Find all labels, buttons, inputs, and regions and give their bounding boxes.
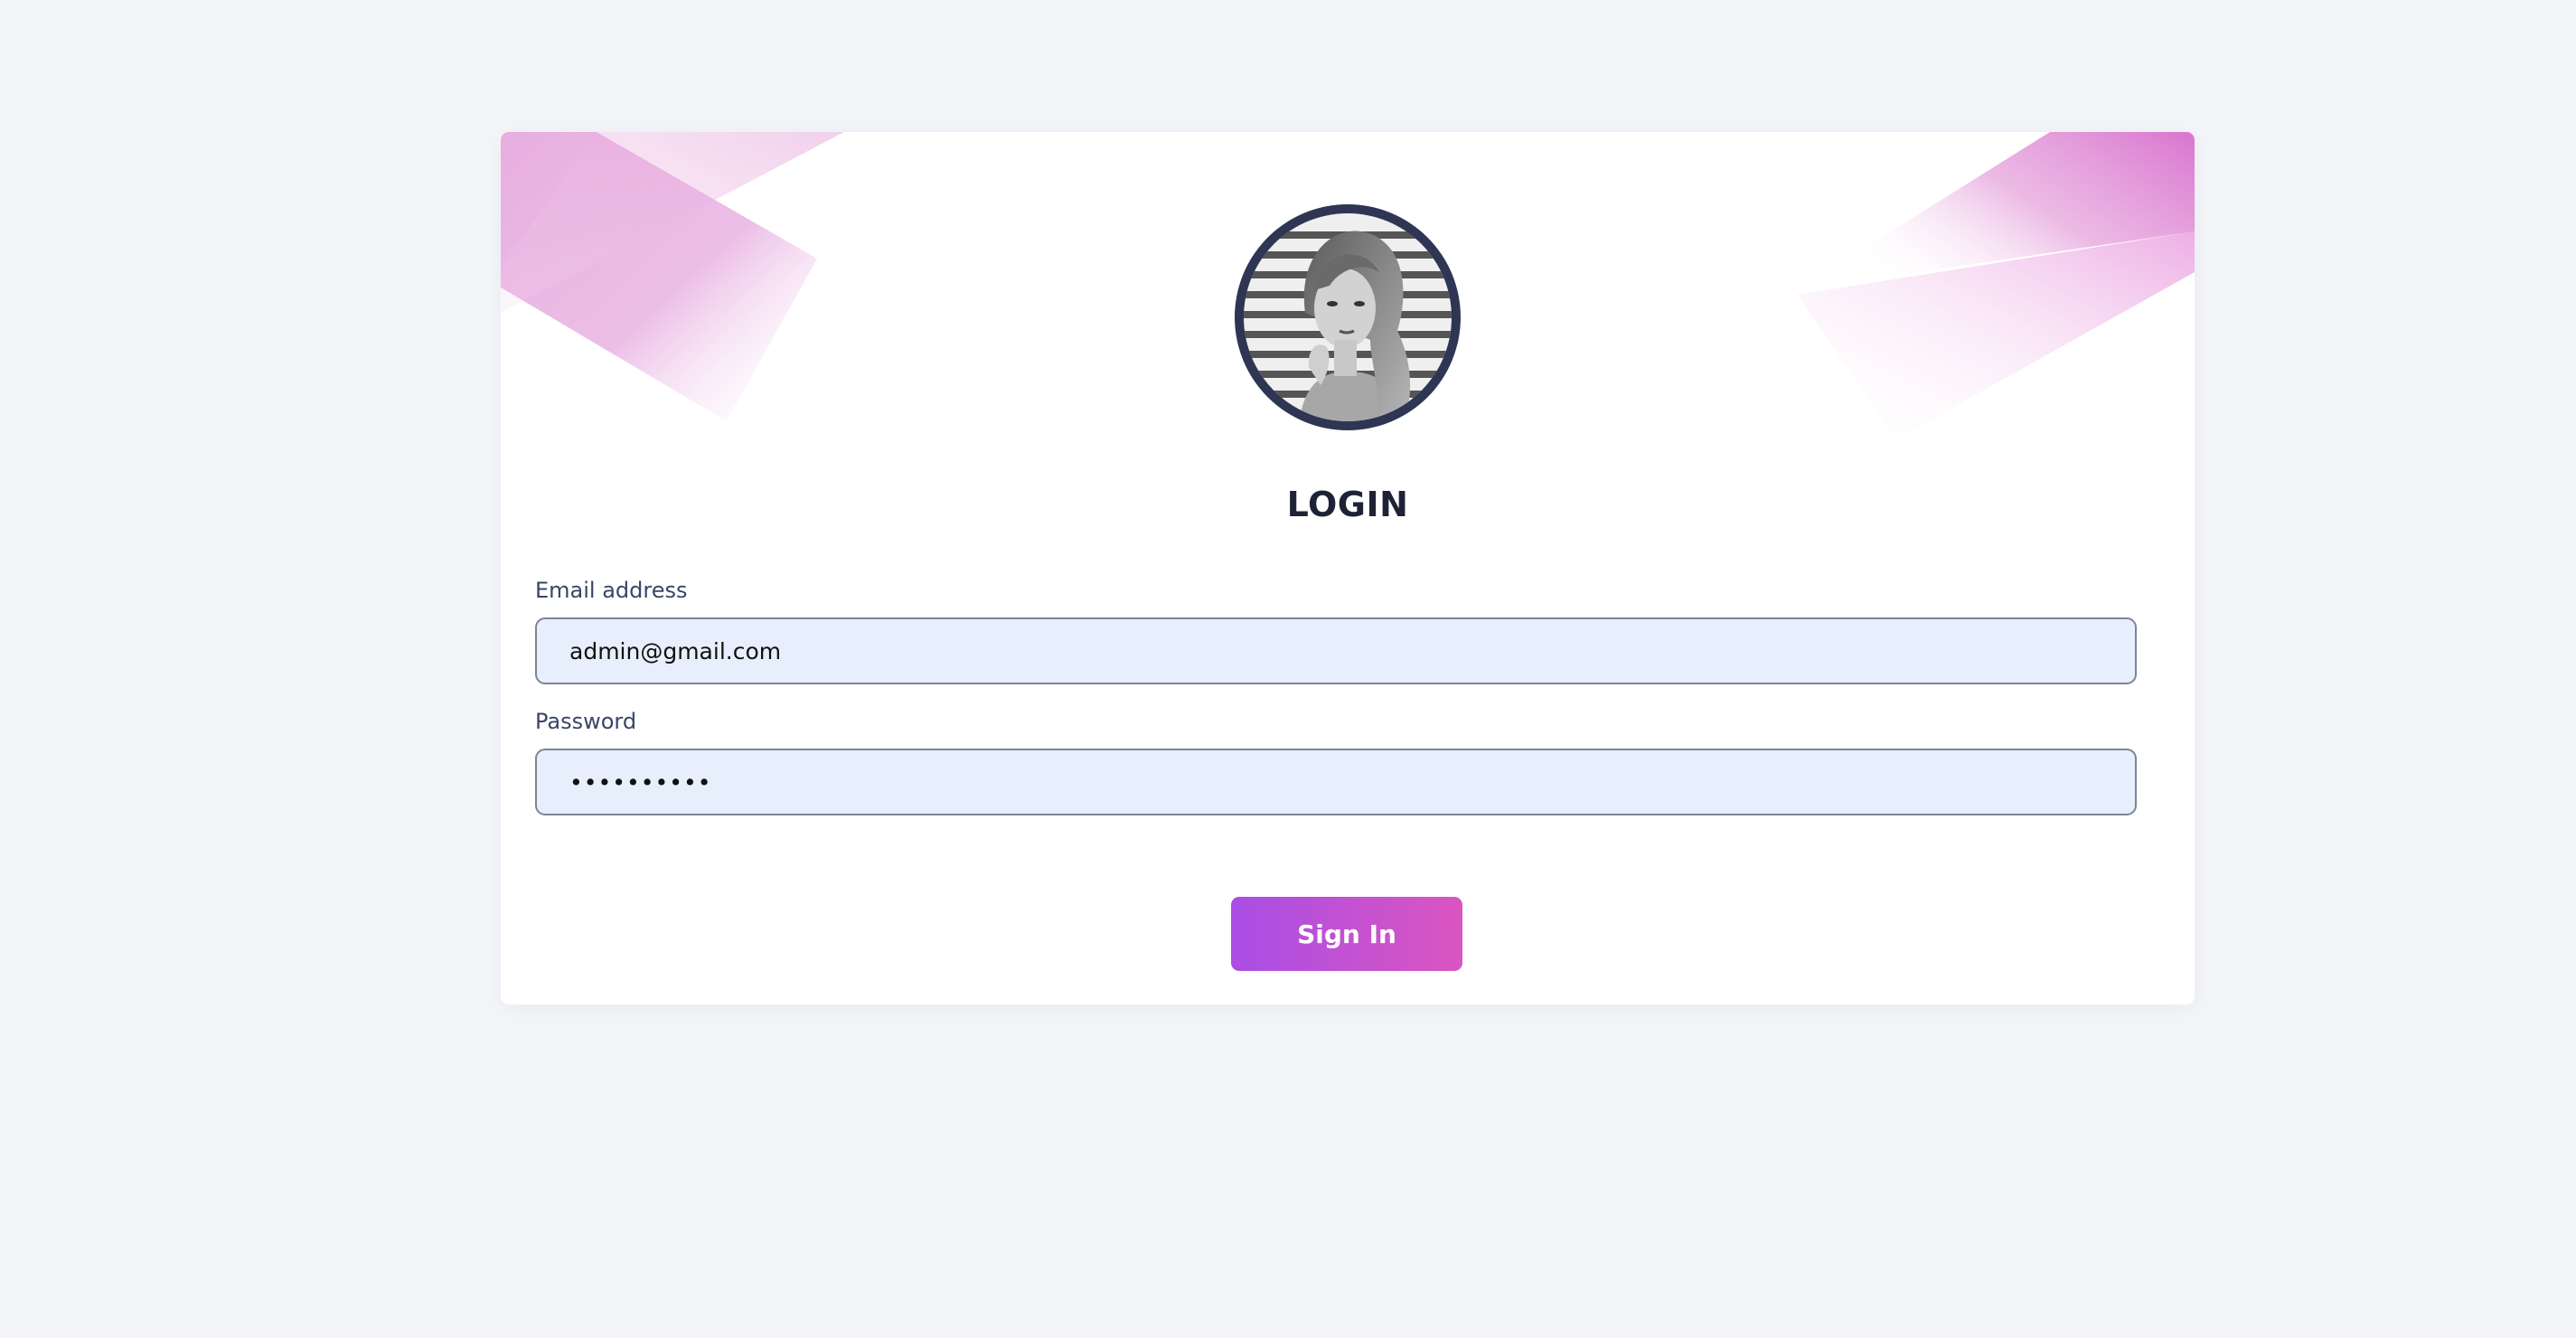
password-field[interactable] xyxy=(535,749,2137,815)
page-title: LOGIN xyxy=(1286,485,1409,524)
email-label: Email address xyxy=(535,578,688,603)
decorative-shape-right xyxy=(1797,132,2195,439)
decorative-shape-left xyxy=(501,132,844,421)
email-field[interactable] xyxy=(535,617,2137,684)
login-card: LOGIN Email address Password Sign In xyxy=(501,132,2195,1004)
avatar xyxy=(1235,204,1461,430)
sign-in-button[interactable]: Sign In xyxy=(1231,897,1462,971)
password-label: Password xyxy=(535,709,637,734)
